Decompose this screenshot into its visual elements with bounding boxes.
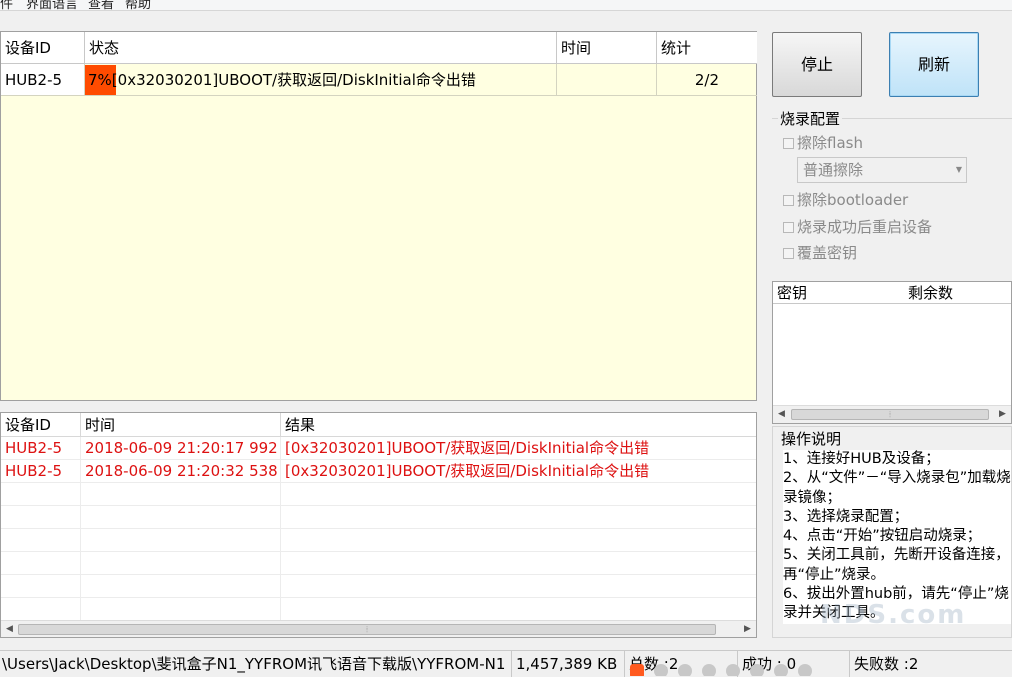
- log-header-device-id[interactable]: 设备ID: [1, 413, 81, 437]
- log-time: 2018-06-09 21:20:32 538: [81, 460, 281, 483]
- checkbox-box-icon[interactable]: [783, 222, 794, 233]
- empty-log-row: [1, 529, 756, 552]
- device-id-cell: HUB2-5: [1, 64, 85, 96]
- menu-view[interactable]: 查看: [88, 0, 114, 10]
- overwrite-key-checkbox[interactable]: 覆盖密钥: [783, 242, 857, 263]
- scroll-right-arrow-icon[interactable]: ▶: [739, 621, 756, 637]
- empty-log-row: [1, 506, 756, 529]
- log-row[interactable]: HUB2-5 2018-06-09 21:20:32 538 [0x320302…: [1, 460, 756, 483]
- log-result: [0x32030201]UBOOT/获取返回/DiskInitial命令出错: [285, 439, 650, 457]
- erase-flash-label: 擦除flash: [797, 134, 863, 152]
- log-header-time[interactable]: 时间: [81, 413, 281, 437]
- log-horizontal-scrollbar[interactable]: ◀ ⦙ ▶: [1, 620, 756, 637]
- tray-icon[interactable]: [702, 664, 716, 676]
- empty-log-row: [1, 598, 756, 621]
- tray-icon[interactable]: [798, 664, 812, 676]
- checkbox-box-icon[interactable]: [783, 248, 794, 259]
- key-header-key[interactable]: 密钥: [773, 282, 903, 304]
- empty-log-row: [1, 552, 756, 575]
- scroll-left-arrow-icon[interactable]: ◀: [1, 621, 18, 637]
- refresh-button[interactable]: 刷新: [889, 32, 979, 97]
- input-method-icon[interactable]: [630, 664, 644, 676]
- checkbox-box-icon[interactable]: [783, 195, 794, 206]
- empty-log-row: [1, 483, 756, 506]
- tray-icon[interactable]: [654, 664, 668, 676]
- status-path: \Users\Jack\Desktop\斐讯盒子N1_YYFROM讯飞语音下载版…: [0, 651, 512, 677]
- erase-mode-value: 普通擦除: [803, 161, 864, 179]
- menu-help[interactable]: 帮助: [125, 0, 151, 10]
- log-time: 2018-06-09 21:20:17 992: [81, 437, 281, 460]
- progress-percent: 7%: [88, 71, 112, 89]
- watermark-logo: NDS.com: [820, 600, 967, 630]
- log-table[interactable]: 设备ID 时间 结果 HUB2-5 2018-06-09 21:20:17 99…: [0, 412, 757, 638]
- chevron-down-icon[interactable]: ▼: [956, 158, 962, 182]
- status-size: 1,457,389 KB: [512, 651, 625, 677]
- tray-icon[interactable]: [678, 664, 692, 676]
- erase-bootloader-label: 擦除bootloader: [797, 191, 909, 209]
- scroll-left-arrow-icon[interactable]: ◀: [773, 406, 790, 423]
- status-cell: 7%[0x32030201]UBOOT/获取返回/DiskInitial命令出错: [85, 64, 557, 96]
- burn-config-group: 烧录配置 擦除flash 擦除bootloader 烧录成功后重启设备 覆盖密钥: [772, 108, 1012, 278]
- status-failed: 失败数 :2: [854, 655, 919, 673]
- log-result: [0x32030201]UBOOT/获取返回/DiskInitial命令出错: [285, 462, 650, 480]
- stop-button[interactable]: 停止: [772, 32, 862, 97]
- key-table[interactable]: 密钥 剩余数 ◀ ⦙ ▶: [772, 281, 1012, 424]
- column-header-status[interactable]: 状态: [85, 32, 557, 64]
- erase-bootloader-checkbox[interactable]: 擦除bootloader: [783, 189, 908, 210]
- reboot-after-checkbox[interactable]: 烧录成功后重启设备: [783, 216, 932, 237]
- empty-log-row: [1, 575, 756, 598]
- stats-cell: 2/2: [657, 64, 757, 96]
- scroll-right-arrow-icon[interactable]: ▶: [994, 406, 1011, 423]
- tray-icon[interactable]: [750, 664, 764, 676]
- erase-flash-checkbox[interactable]: 擦除flash: [783, 132, 863, 153]
- log-device-id: HUB2-5: [1, 437, 81, 460]
- column-header-stats[interactable]: 统计: [657, 32, 757, 64]
- checkbox-box-icon[interactable]: [783, 138, 794, 149]
- device-table[interactable]: 设备ID 状态 时间 统计 HUB2-5 7%[0x32030201]UBOOT…: [0, 31, 757, 401]
- instructions-title: 操作说明: [781, 430, 842, 448]
- column-header-device-id[interactable]: 设备ID: [1, 32, 85, 64]
- reboot-after-label: 烧录成功后重启设备: [797, 218, 933, 236]
- system-tray: [630, 664, 870, 676]
- instructions-text: 1、连接好HUB及设备； 2、从“文件”－“导入烧录包”加载烧录镜像； 3、选择…: [783, 450, 1011, 624]
- scroll-thumb[interactable]: ⦙: [18, 624, 716, 635]
- menu-language[interactable]: 界面语言: [26, 0, 78, 10]
- log-device-id: HUB2-5: [1, 460, 81, 483]
- tray-icon[interactable]: [774, 664, 788, 676]
- log-row[interactable]: HUB2-5 2018-06-09 21:20:17 992 [0x320302…: [1, 437, 756, 460]
- menu-bar: 件 界面语言 查看 帮助: [0, 0, 1012, 11]
- log-header-result[interactable]: 结果: [281, 413, 756, 437]
- time-cell: [557, 64, 657, 96]
- tray-icon[interactable]: [726, 664, 740, 676]
- erase-mode-select[interactable]: 普通擦除 ▼: [797, 157, 967, 183]
- column-header-time[interactable]: 时间: [557, 32, 657, 64]
- menu-file[interactable]: 件: [0, 0, 13, 10]
- overwrite-key-label: 覆盖密钥: [797, 244, 858, 262]
- burn-config-title: 烧录配置: [778, 108, 843, 129]
- status-text: [0x32030201]UBOOT/获取返回/DiskInitial命令出错: [111, 71, 476, 89]
- key-horizontal-scrollbar[interactable]: ◀ ⦙ ▶: [773, 405, 1011, 423]
- scroll-thumb[interactable]: ⦙: [791, 409, 989, 420]
- key-header-remaining[interactable]: 剩余数: [903, 282, 1011, 304]
